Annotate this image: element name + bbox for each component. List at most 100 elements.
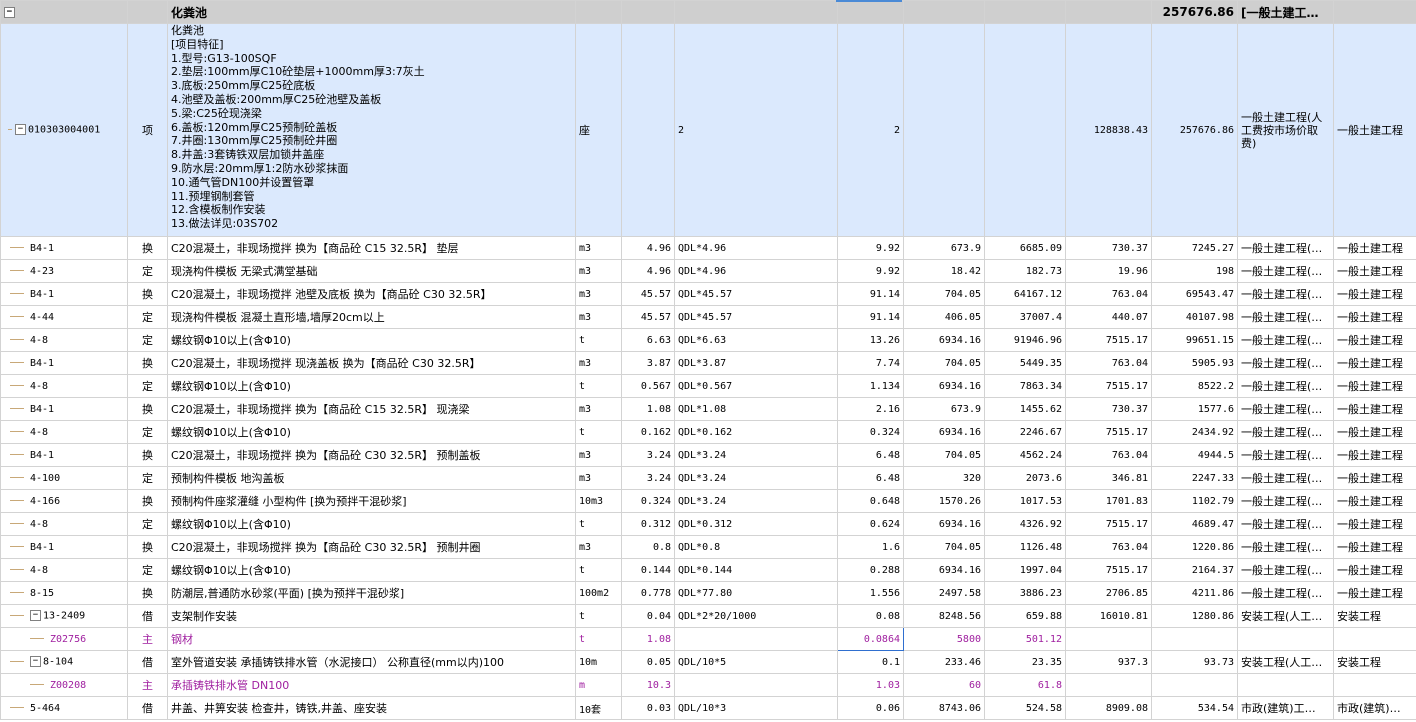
- row-content[interactable]: 10.3: [621, 673, 675, 697]
- row-quantity[interactable]: 0.08: [837, 604, 904, 628]
- row-code-cell[interactable]: B4-1: [0, 535, 128, 559]
- row-expression[interactable]: QDL*4.96: [674, 259, 838, 283]
- quota-row[interactable]: 4-166 换预制构件座浆灌缝 小型构件 [换为预拌干混砂浆] 10m3 0.324 Q…: [0, 489, 1416, 513]
- row-expression[interactable]: [674, 627, 838, 651]
- row-major[interactable]: 一般土建工程: [1333, 489, 1416, 513]
- row-name[interactable]: 预制构件座浆灌缝 小型构件 [换为预拌干混砂浆]: [167, 489, 576, 513]
- row-unit[interactable]: 100m2: [575, 581, 622, 605]
- row-expression[interactable]: QDL*6.63: [674, 328, 838, 352]
- row-code-cell[interactable]: B4-1: [0, 351, 128, 375]
- row-fee[interactable]: 一般土建工程(…: [1237, 397, 1334, 421]
- minus-box-icon[interactable]: −: [4, 7, 15, 18]
- row-content[interactable]: 0.03: [621, 696, 675, 720]
- row-code-cell[interactable]: 4-166: [0, 489, 128, 513]
- row-fee[interactable]: 安装工程(人工…: [1237, 650, 1334, 674]
- row-unit[interactable]: t: [575, 604, 622, 628]
- quota-row[interactable]: 4-44 定现浇构件模板 混凝土直形墙,墙厚20cm以上 m3 45.57 QDL*45…: [0, 305, 1416, 329]
- row-fee[interactable]: 一般土建工程(…: [1237, 581, 1334, 605]
- row-fee[interactable]: 一般土建工程(…: [1237, 512, 1334, 536]
- row-name[interactable]: 螺纹钢Φ10以上(含Φ10): [167, 512, 576, 536]
- quota-row[interactable]: B4-1 换 C20混凝土，非现场搅拌 现浇盖板 换为【商品砼 C30 32.5R】…: [0, 351, 1416, 375]
- row-content[interactable]: 3.24: [621, 466, 675, 490]
- row-quantity[interactable]: 9.92: [837, 259, 904, 283]
- row-code-cell[interactable]: 4-8: [0, 420, 128, 444]
- row-fee[interactable]: 一般土建工程(…: [1237, 236, 1334, 260]
- row-quantity[interactable]: 6.48: [837, 466, 904, 490]
- row-content[interactable]: 0.778: [621, 581, 675, 605]
- row-name[interactable]: 井盖、井箅安装 检查井，铸铁,井盖、座安装: [167, 696, 576, 720]
- row-unit[interactable]: 10m3: [575, 489, 622, 513]
- row-major[interactable]: 一般土建工程: [1333, 535, 1416, 559]
- row-unit[interactable]: m3: [575, 259, 622, 283]
- minus-box-icon[interactable]: −: [30, 610, 41, 622]
- quota-row[interactable]: 4-8 定螺纹钢Φ10以上(含Φ10) t 6.63 QDL*6.63 13.26 6934…: [0, 328, 1416, 352]
- row-content[interactable]: 0.567: [621, 374, 675, 398]
- quota-row[interactable]: 4-100 定预制构件模板 地沟盖板 m3 3.24 QDL*3.24 6.48 320 20…: [0, 466, 1416, 490]
- row-code-cell[interactable]: 4-44: [0, 305, 128, 329]
- row-quantity[interactable]: 1.134: [837, 374, 904, 398]
- row-code-cell[interactable]: 4-8: [0, 374, 128, 398]
- row-content[interactable]: 0.05: [621, 650, 675, 674]
- row-expression[interactable]: QDL*3.24: [674, 489, 838, 513]
- row-name[interactable]: 室外管道安装 承插铸铁排水管（水泥接口） 公称直径(mm以内)100: [167, 650, 576, 674]
- row-expression[interactable]: QDL*1.08: [674, 397, 838, 421]
- row-name[interactable]: 螺纹钢Φ10以上(含Φ10): [167, 420, 576, 444]
- row-content[interactable]: 0.162: [621, 420, 675, 444]
- row-name[interactable]: 支架制作安装: [167, 604, 576, 628]
- row-unit[interactable]: t: [575, 420, 622, 444]
- item-description[interactable]: 化粪池 [项目特征] 1.型号:G13-100SQF 2.垫层:100mm厚C10砼垫…: [167, 23, 576, 237]
- row-major[interactable]: 市政(建筑)…: [1333, 696, 1416, 720]
- row-code-cell[interactable]: 8-15: [0, 581, 128, 605]
- row-code-cell[interactable]: Z00208: [0, 673, 128, 697]
- row-major[interactable]: 一般土建工程: [1333, 282, 1416, 306]
- row-major[interactable]: 一般土建工程: [1333, 374, 1416, 398]
- row-major[interactable]: 一般土建工程: [1333, 581, 1416, 605]
- row-quantity[interactable]: 6.48: [837, 443, 904, 467]
- row-name[interactable]: C20混凝土，非现场搅拌 现浇盖板 换为【商品砼 C30 32.5R】: [167, 351, 576, 375]
- row-major[interactable]: 一般土建工程: [1333, 351, 1416, 375]
- item-quantity[interactable]: 2: [837, 23, 904, 237]
- row-name[interactable]: 螺纹钢Φ10以上(含Φ10): [167, 558, 576, 582]
- row-quantity[interactable]: 91.14: [837, 282, 904, 306]
- row-expression[interactable]: QDL*3.87: [674, 351, 838, 375]
- row-fee[interactable]: 一般土建工程(…: [1237, 374, 1334, 398]
- row-expression[interactable]: QDL*3.24: [674, 466, 838, 490]
- row-name[interactable]: C20混凝土，非现场搅拌 换为【商品砼 C30 32.5R】 预制盖板: [167, 443, 576, 467]
- row-code-cell[interactable]: B4-1: [0, 443, 128, 467]
- row-fee[interactable]: 安装工程(人工…: [1237, 604, 1334, 628]
- row-fee[interactable]: 一般土建工程(…: [1237, 259, 1334, 283]
- row-code-cell[interactable]: 4-8: [0, 512, 128, 536]
- row-unit[interactable]: t: [575, 374, 622, 398]
- row-expression[interactable]: QDL*77.80: [674, 581, 838, 605]
- quota-row[interactable]: 4-8 定螺纹钢Φ10以上(含Φ10) t 0.567 QDL*0.567 1.134 69…: [0, 374, 1416, 398]
- row-quantity[interactable]: 2.16: [837, 397, 904, 421]
- quota-row[interactable]: 4-23 定现浇构件模板 无梁式满堂基础 m3 4.96 QDL*4.96 9.92 18.…: [0, 259, 1416, 283]
- row-unit[interactable]: t: [575, 512, 622, 536]
- row-major[interactable]: 安装工程: [1333, 650, 1416, 674]
- row-major[interactable]: 一般土建工程: [1333, 397, 1416, 421]
- row-expression[interactable]: QDL*45.57: [674, 282, 838, 306]
- item-code-cell[interactable]: −010303004001: [0, 23, 128, 237]
- row-unit[interactable]: 10套: [575, 696, 622, 720]
- row-unit[interactable]: t: [575, 627, 622, 651]
- row-code-cell[interactable]: 4-8: [0, 558, 128, 582]
- row-expression[interactable]: QDL*0.312: [674, 512, 838, 536]
- row-content[interactable]: 3.87: [621, 351, 675, 375]
- row-content[interactable]: 4.96: [621, 236, 675, 260]
- bill-item-row[interactable]: −010303004001 项 化粪池 [项目特征] 1.型号:G13-100SQF…: [0, 23, 1416, 237]
- row-unit[interactable]: m3: [575, 351, 622, 375]
- row-unit[interactable]: m3: [575, 397, 622, 421]
- row-content[interactable]: 45.57: [621, 305, 675, 329]
- row-quantity[interactable]: 1.556: [837, 581, 904, 605]
- item-unit[interactable]: 座: [575, 23, 622, 237]
- row-name[interactable]: 承插铸铁排水管 DN100: [167, 673, 576, 697]
- row-code-cell[interactable]: 5-464: [0, 696, 128, 720]
- item-major[interactable]: 一般土建工程: [1333, 23, 1416, 237]
- row-unit[interactable]: m3: [575, 282, 622, 306]
- material-row[interactable]: Z00208 主承插铸铁排水管 DN100 m 10.3 1.03 60 61.8: [0, 673, 1416, 697]
- row-fee[interactable]: 市政(建筑)工…: [1237, 696, 1334, 720]
- row-content[interactable]: 0.8: [621, 535, 675, 559]
- row-code-cell[interactable]: 4-23: [0, 259, 128, 283]
- row-quantity[interactable]: 0.288: [837, 558, 904, 582]
- quota-row[interactable]: −13-2409 借支架制作安装 t 0.04 QDL*2*20/1000 0.08 824…: [0, 604, 1416, 628]
